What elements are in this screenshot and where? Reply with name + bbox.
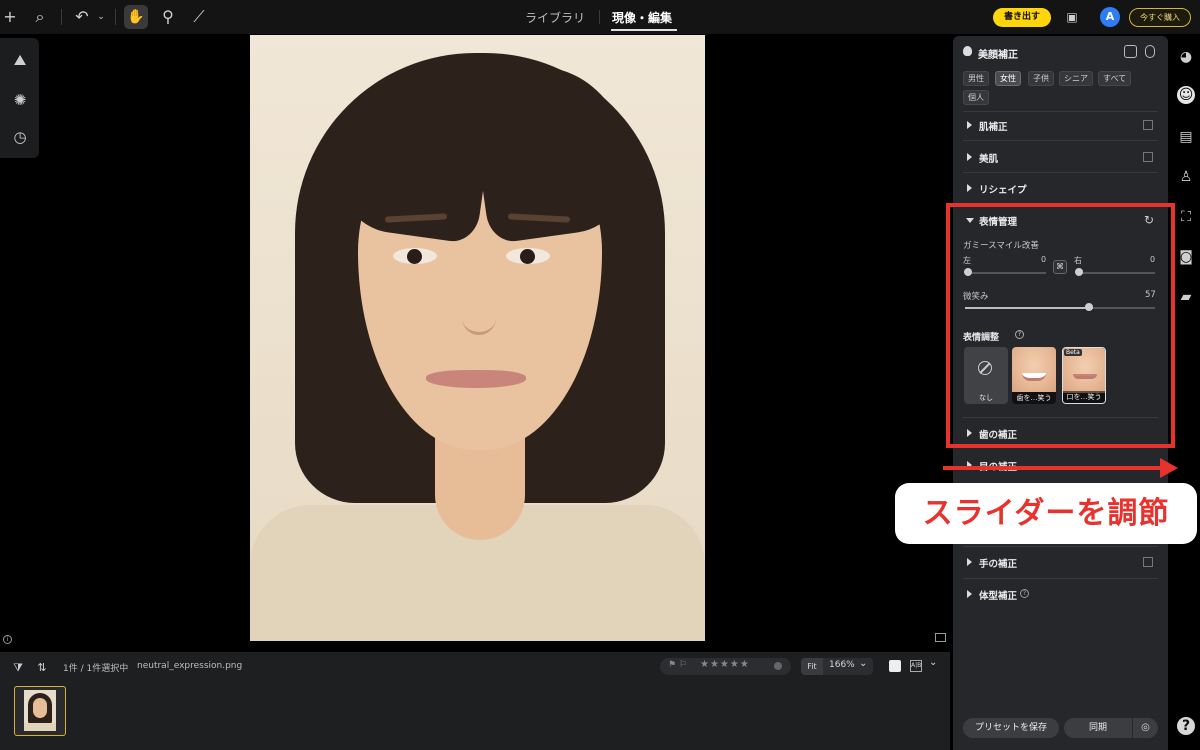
camera-icon[interactable]: ◙ bbox=[1177, 248, 1195, 266]
compare-view-icon[interactable]: A|B bbox=[910, 660, 922, 672]
search-icon[interactable]: ⌕ bbox=[30, 7, 50, 27]
save-preset-button[interactable]: プリセットを保存 bbox=[963, 718, 1059, 738]
face-bulb-icon bbox=[963, 46, 972, 56]
active-tab-indicator bbox=[611, 29, 677, 31]
divider bbox=[963, 140, 1158, 141]
rating-bar: ⚑ ⚐ ★★★★★ bbox=[660, 658, 791, 675]
arrow-head-icon bbox=[1160, 458, 1178, 478]
expand-icon bbox=[967, 184, 972, 192]
gradient-icon[interactable]: ▤ bbox=[1177, 128, 1195, 146]
palette-icon[interactable]: ◕ bbox=[1177, 48, 1195, 66]
filter-child[interactable]: 子供 bbox=[1028, 71, 1054, 86]
filter-female[interactable]: 女性 bbox=[995, 71, 1021, 86]
section-label: 手の補正 bbox=[979, 559, 1018, 570]
flag-icon[interactable]: ⚑ ⚐ bbox=[668, 660, 687, 670]
sync-button[interactable]: 同期 bbox=[1064, 718, 1132, 738]
file-name: neutral_expression.png bbox=[137, 661, 243, 671]
tab-library[interactable]: ライブラリ bbox=[525, 9, 585, 26]
undo-icon[interactable]: ↶ bbox=[72, 7, 92, 27]
toolbar-divider bbox=[61, 9, 62, 25]
section-skin-fix[interactable]: 肌補正 bbox=[953, 114, 1168, 138]
sync-settings-icon[interactable]: ◎ bbox=[1133, 718, 1158, 738]
filter-male[interactable]: 男性 bbox=[963, 71, 989, 86]
edit-off-icon bbox=[1143, 152, 1153, 162]
expand-icon bbox=[967, 558, 972, 566]
section-body[interactable]: 体型補正 ? bbox=[953, 583, 1168, 607]
film-thumbnail[interactable] bbox=[14, 686, 66, 736]
panel-title: 美顔補正 bbox=[978, 50, 1018, 61]
fit-button[interactable]: Fit bbox=[801, 658, 823, 675]
toggle-icon[interactable] bbox=[1145, 45, 1155, 58]
left-tool-rail: ⛰ ✺ ◷ bbox=[0, 38, 39, 158]
expand-icon bbox=[967, 121, 972, 129]
filmstrip: ⧩ ⇅ 1件 / 1件選択中 neutral_expression.png ⚑ … bbox=[0, 652, 950, 750]
hand-tool-button[interactable]: ✋ bbox=[124, 5, 148, 29]
highlight-arrow bbox=[943, 466, 1163, 470]
section-label: リシェイプ bbox=[979, 185, 1027, 196]
export-button[interactable]: 書き出す bbox=[993, 8, 1051, 27]
tab-divider bbox=[599, 10, 600, 24]
chevron-down-icon[interactable]: ⌄ bbox=[859, 658, 867, 669]
face-detect-icon[interactable] bbox=[1124, 45, 1137, 58]
top-bar: + ⌕ ↶ ⌄ ✋ ⚲ ⟋ ライブラリ 現像・編集 書き出す ▣ A 今すぐ購入 bbox=[0, 0, 1200, 34]
portrait-lips bbox=[426, 370, 526, 388]
section-label: 体型補正 bbox=[979, 591, 1018, 602]
photo-canvas[interactable] bbox=[250, 35, 705, 641]
single-view-icon[interactable] bbox=[889, 660, 901, 672]
crop-icon[interactable]: ⛶ bbox=[1177, 208, 1195, 226]
bandage-icon[interactable]: ⟋ bbox=[189, 7, 209, 27]
divider bbox=[963, 172, 1158, 173]
edit-off-icon bbox=[1143, 120, 1153, 130]
compare-icon[interactable] bbox=[935, 633, 946, 642]
zoom-value[interactable]: 166% bbox=[829, 660, 855, 670]
avatar[interactable]: A bbox=[1100, 7, 1120, 27]
star-rating[interactable]: ★★★★★ bbox=[700, 659, 750, 670]
landscape-ai-icon[interactable]: ⛰ bbox=[10, 50, 30, 70]
panel-toggle-icon[interactable]: ▣ bbox=[1062, 7, 1082, 27]
chevron-down-icon[interactable]: ⌄ bbox=[929, 657, 937, 668]
history-icon[interactable]: ◷ bbox=[10, 127, 30, 147]
filter-senior[interactable]: シニア bbox=[1059, 71, 1093, 86]
adjust-sun-icon[interactable]: ✺ bbox=[10, 90, 30, 110]
buy-now-button[interactable]: 今すぐ購入 bbox=[1129, 8, 1191, 27]
portrait-right-eye bbox=[506, 248, 550, 264]
section-label: 肌補正 bbox=[979, 122, 1008, 133]
expand-icon bbox=[967, 590, 972, 598]
help-circle-icon[interactable]: ? bbox=[1020, 589, 1029, 598]
info-icon[interactable]: i bbox=[3, 635, 12, 644]
help-icon[interactable]: ? bbox=[1177, 717, 1195, 735]
tab-develop-edit[interactable]: 現像・編集 bbox=[612, 9, 672, 26]
folder-settings-icon[interactable]: ▰ bbox=[1177, 288, 1195, 306]
chevron-down-icon[interactable]: ⌄ bbox=[91, 7, 111, 27]
filter-icon[interactable]: ⧩ bbox=[8, 658, 28, 678]
expand-icon bbox=[967, 153, 972, 161]
selection-count: 1件 / 1件選択中 bbox=[63, 664, 129, 674]
filter-individual[interactable]: 個人 bbox=[963, 90, 989, 105]
thumbnail-image bbox=[24, 690, 56, 731]
toolbar-divider bbox=[115, 9, 116, 25]
hand-icon: ✋ bbox=[127, 9, 145, 25]
section-label: 美肌 bbox=[979, 154, 999, 165]
divider bbox=[963, 578, 1158, 579]
color-label-dot[interactable] bbox=[774, 662, 782, 670]
filter-all[interactable]: すべて bbox=[1098, 71, 1132, 86]
zoom-control: Fit 166% ⌄ bbox=[801, 658, 873, 675]
highlight-box bbox=[946, 203, 1175, 448]
sort-icon[interactable]: ⇅ bbox=[32, 658, 52, 678]
section-beauty-skin[interactable]: 美肌 bbox=[953, 146, 1168, 170]
portrait-left-eye bbox=[393, 248, 437, 264]
edit-off-icon bbox=[1143, 557, 1153, 567]
plus-icon[interactable]: + bbox=[0, 7, 20, 27]
section-reshape[interactable]: リシェイプ bbox=[953, 177, 1168, 201]
divider bbox=[963, 546, 1158, 547]
callout-label: スライダーを調節 bbox=[895, 483, 1197, 544]
shirt-icon[interactable]: ♙ bbox=[1177, 168, 1195, 186]
stamp-icon[interactable]: ⚲ bbox=[158, 7, 178, 27]
divider bbox=[963, 111, 1158, 112]
section-hands[interactable]: 手の補正 bbox=[953, 551, 1168, 575]
face-icon[interactable]: ☺ bbox=[1177, 86, 1195, 104]
